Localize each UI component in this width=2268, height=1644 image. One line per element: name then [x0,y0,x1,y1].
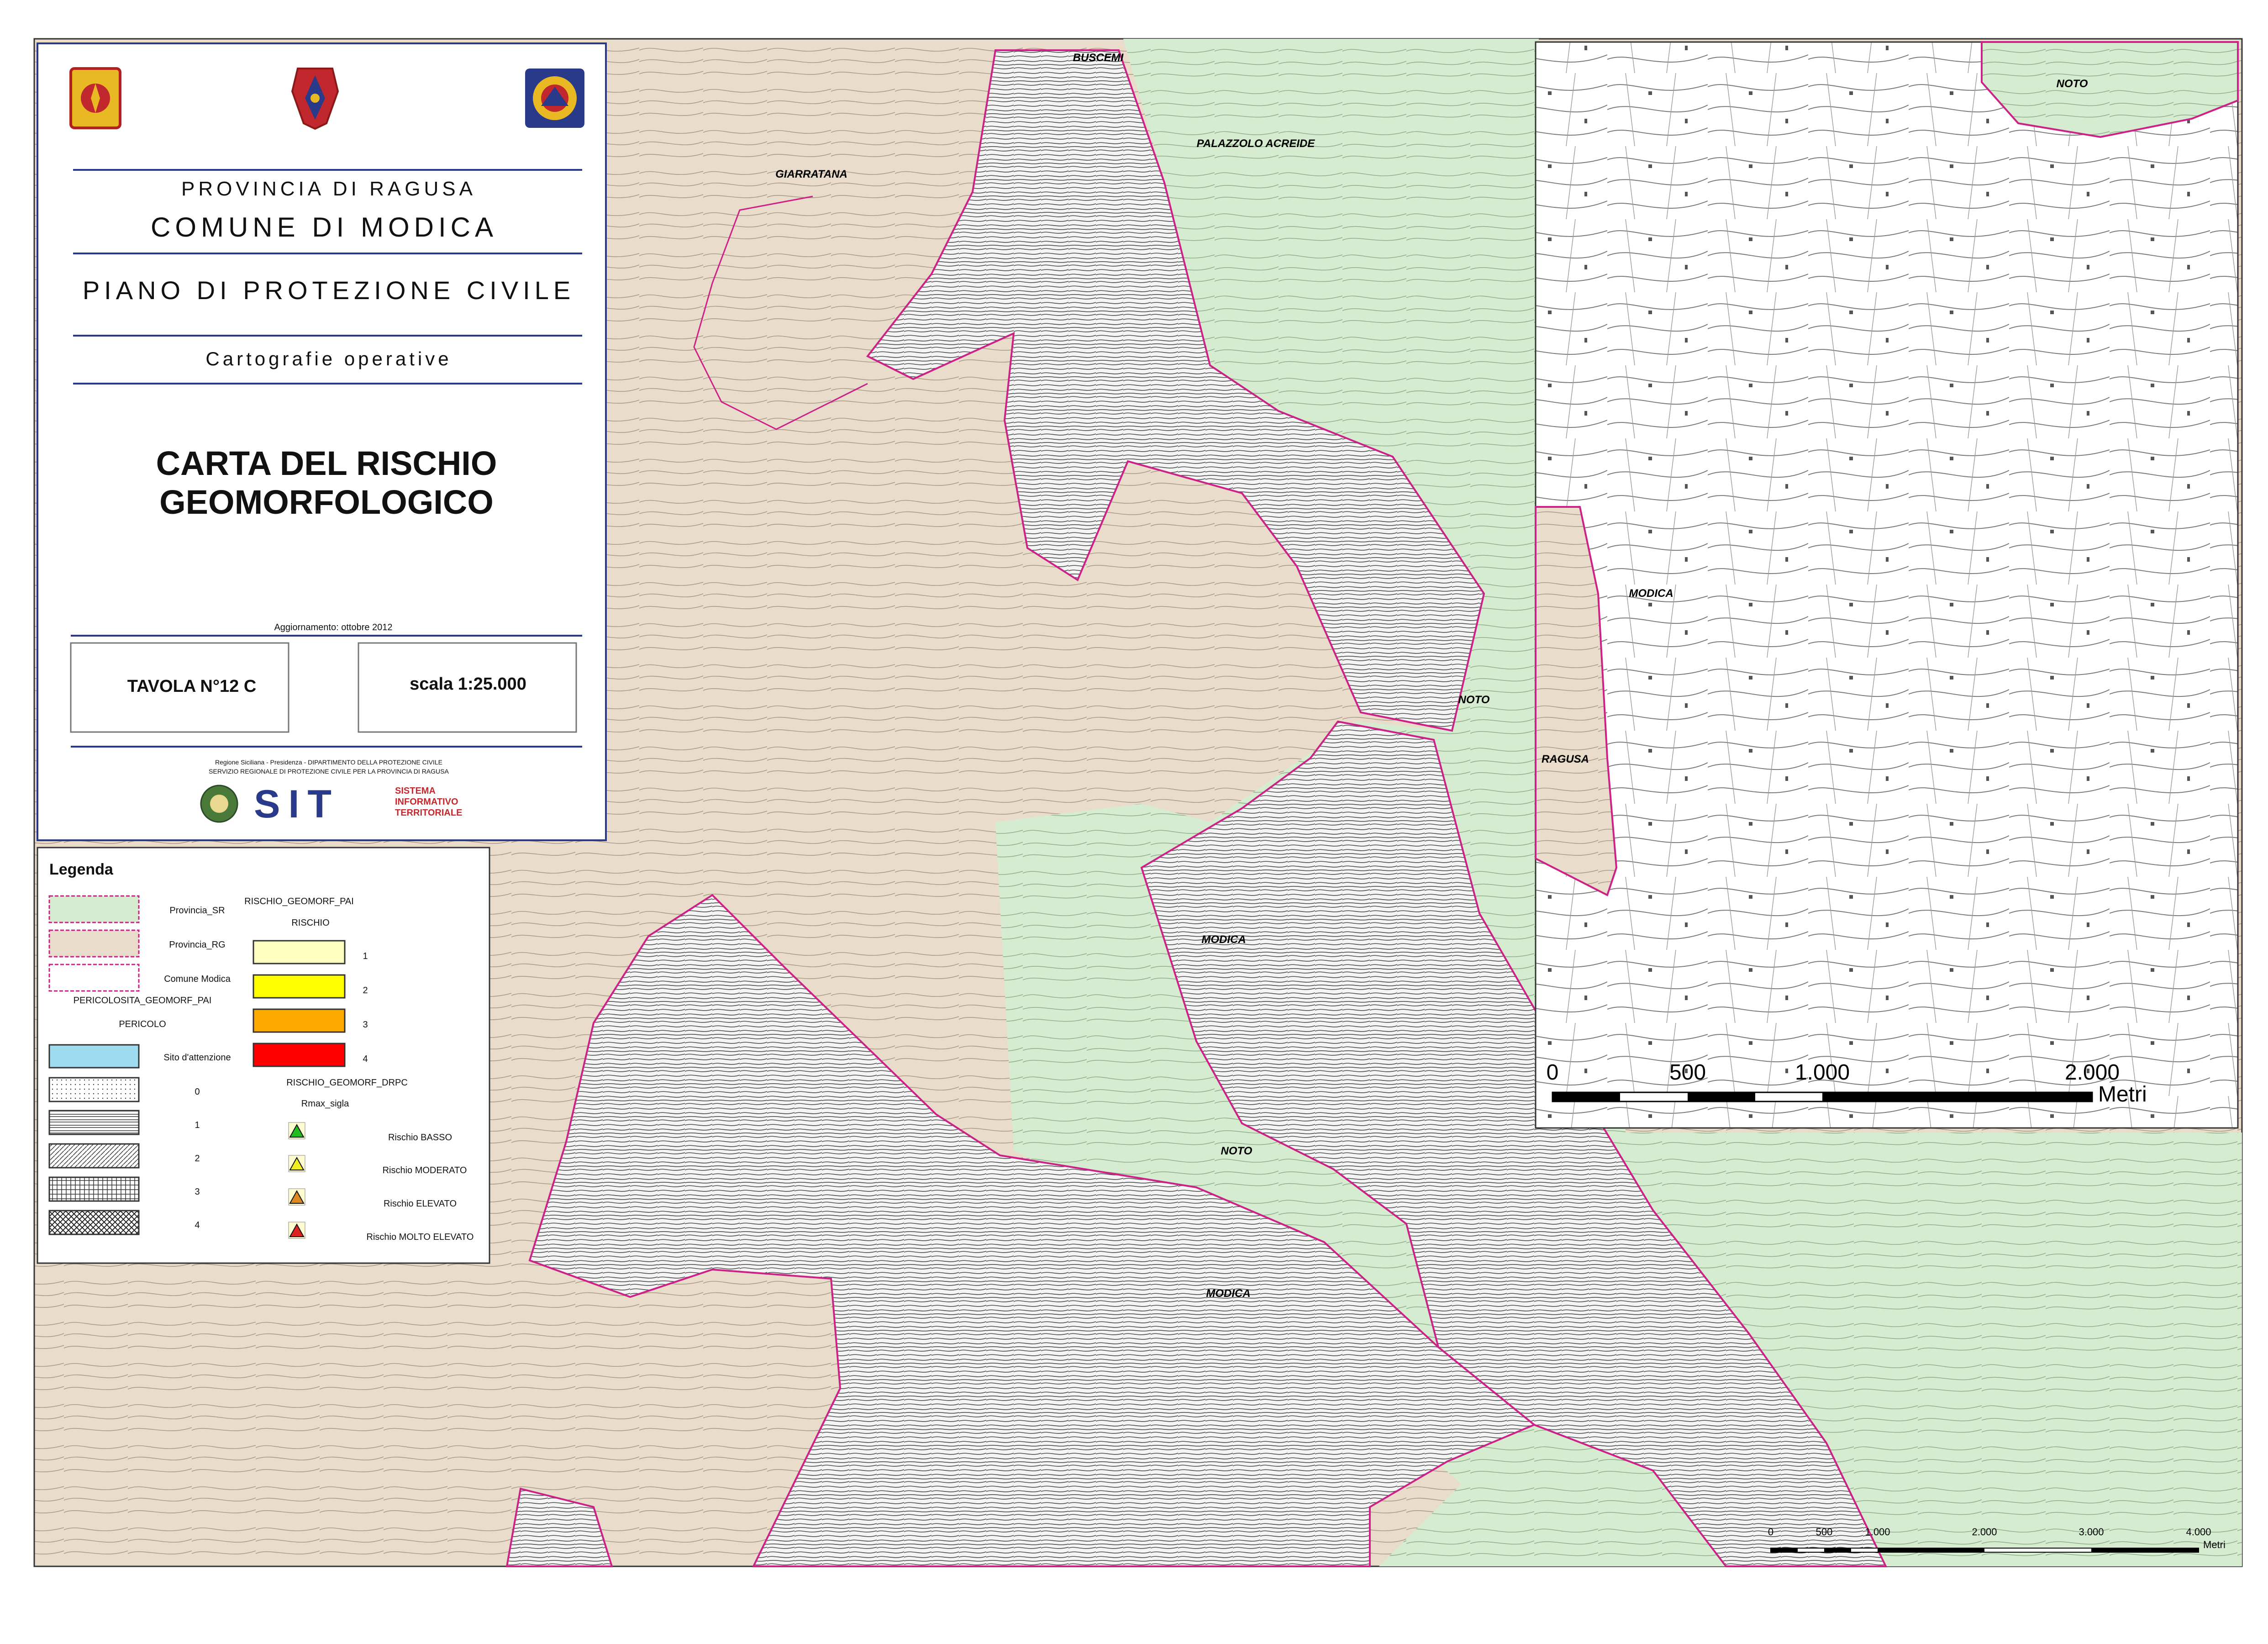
place-label-noto: NOTO [1458,694,1490,706]
title-block: PROVINCIA DI RAGUSA COMUNE DI MODICA PIA… [37,42,607,841]
legend-label-rischio-moderato: Rischio MODERATO [383,1165,467,1175]
legend-label-rischio-elevato: Rischio ELEVATO [384,1199,457,1209]
legend-label-pericolo-4: 4 [195,1220,200,1230]
inset-label-ragusa: RAGUSA [1542,753,1589,765]
place-label-modica-south: MODICA [1206,1287,1250,1300]
plan-heading: PIANO DI PROTEZIONE CIVILE [83,276,575,305]
credit-line-1: Regione Siciliana - Presidenza - DIPARTI… [215,759,442,766]
main-scale-label-500: 500 [1816,1526,1833,1538]
inset-scale-label-1000: 1.000 [1795,1060,1850,1085]
scale-value: scala 1:25.000 [410,674,526,694]
regione-sicilia-logo [69,67,121,129]
legend-swatch-sito-attenzione [48,1044,140,1069]
legend-swatch-pericolo-1 [48,1110,140,1135]
legend-swatch-rischio-4 [253,1043,346,1067]
sit-logo-letters: SIT [254,782,340,826]
sit-text-line-2: INFORMATIVO [395,797,458,807]
inset-map: NOTO MODICA RAGUSA 0 500 1.000 2.000 Met… [1535,41,2239,1129]
legend-swatch-rischio-1 [253,940,346,964]
tavola-number: TAVOLA N°12 C [127,677,257,696]
legend-header-drpc: RISCHIO_GEOMORF_DRPC [286,1078,408,1088]
main-scale-label-3000: 3.000 [2079,1526,2104,1538]
legend-swatch-pericolo-3 [48,1176,140,1202]
legend-swatch-comune-modica [48,964,140,992]
legend-panel: Legenda Provincia_SR Provincia_RG Comune… [37,847,490,1264]
update-date: Aggiornamento: ottobre 2012 [274,622,392,632]
legend-label-comune-modica: Comune Modica [164,974,231,984]
legend-label-rischio-4: 4 [363,1054,368,1064]
main-scale-label-2000: 2.000 [1972,1526,1997,1538]
place-label-modica: MODICA [1201,933,1246,946]
sit-text-line-1: SISTEMA [395,786,436,796]
legend-header-pericolo: PERICOLO [119,1019,166,1029]
map-title-line-2: GEOMORFOLOGICO [159,483,494,521]
legend-swatch-provincia-rg [48,929,140,958]
inset-scale-label-2000: 2.000 [2065,1060,2120,1085]
legend-label-pericolo-3: 3 [195,1187,200,1197]
inset-scale-unit: Metri [2098,1082,2147,1107]
inset-label-noto: NOTO [2057,78,2088,90]
legend-title: Legenda [49,861,114,878]
sit-text-line-3: TERRITORIALE [395,808,462,818]
legend-marker-rischio-basso [288,1122,305,1139]
legend-label-rischio-3: 3 [363,1020,368,1030]
legend-header-rischio-pai: RISCHIO_GEOMORF_PAI [244,896,354,906]
legend-swatch-pericolo-4 [48,1210,140,1235]
legend-label-rischio-molto-elevato: Rischio MOLTO ELEVATO [367,1232,474,1242]
main-scale-label-4000: 4.000 [2186,1526,2211,1538]
place-label-noto-south: NOTO [1221,1145,1252,1157]
legend-label-pericolo-0: 0 [195,1087,200,1097]
province-heading: PROVINCIA DI RAGUSA [181,178,476,200]
legend-swatch-pericolo-2 [48,1143,140,1169]
legend-swatch-provincia-sr [48,895,140,923]
subtitle-heading: Cartografie operative [205,348,452,369]
main-scale-unit: Metri [2203,1539,2226,1550]
legend-header-rmax: Rmax_sigla [301,1099,349,1109]
inset-scale-label-500: 500 [1669,1060,1706,1085]
legend-label-rischio-1: 1 [363,951,368,961]
inset-label-modica: MODICA [1629,587,1673,600]
legend-swatch-rischio-2 [253,974,346,999]
legend-swatch-rischio-3 [253,1008,346,1033]
main-scale-label-1000: 1.000 [1865,1526,1890,1538]
legend-header-rischio: RISCHIO [291,918,329,928]
legend-swatch-pericolo-0 [48,1077,140,1102]
main-scale-label-0: 0 [1768,1526,1773,1538]
legend-label-provincia-rg: Provincia_RG [169,940,225,950]
place-label-palazzolo-acreide: PALAZZOLO ACREIDE [1197,137,1316,150]
legend-label-pericolo-2: 2 [195,1154,200,1164]
legend-header-pericolosita: PERICOLOSITA_GEOMORF_PAI [74,996,212,1006]
legend-marker-rischio-molto-elevato [288,1222,305,1239]
legend-label-sito-attenzione: Sito d'attenzione [163,1053,231,1063]
map-sheet: BUSCEMI PALAZZOLO ACREIDE GIARRATANA NOT… [33,38,2243,1567]
legend-label-provincia-sr: Provincia_SR [169,906,225,916]
place-label-buscemi: BUSCEMI [1073,52,1124,64]
legend-label-rischio-2: 2 [363,985,368,996]
legend-marker-rischio-moderato [288,1155,305,1172]
comune-heading: COMUNE DI MODICA [151,212,498,242]
legend-label-pericolo-1: 1 [195,1120,200,1130]
place-label-giarratana: GIARRATANA [775,168,847,180]
legend-marker-rischio-elevato [288,1188,305,1206]
inset-scale-label-0: 0 [1547,1060,1559,1085]
map-title-line-1: CARTA DEL RISCHIO [156,444,497,482]
protezione-civile-logo [525,68,584,128]
legend-label-rischio-basso: Rischio BASSO [388,1133,452,1143]
credit-line-2: SERVIZIO REGIONALE DI PROTEZIONE CIVILE … [209,768,449,775]
